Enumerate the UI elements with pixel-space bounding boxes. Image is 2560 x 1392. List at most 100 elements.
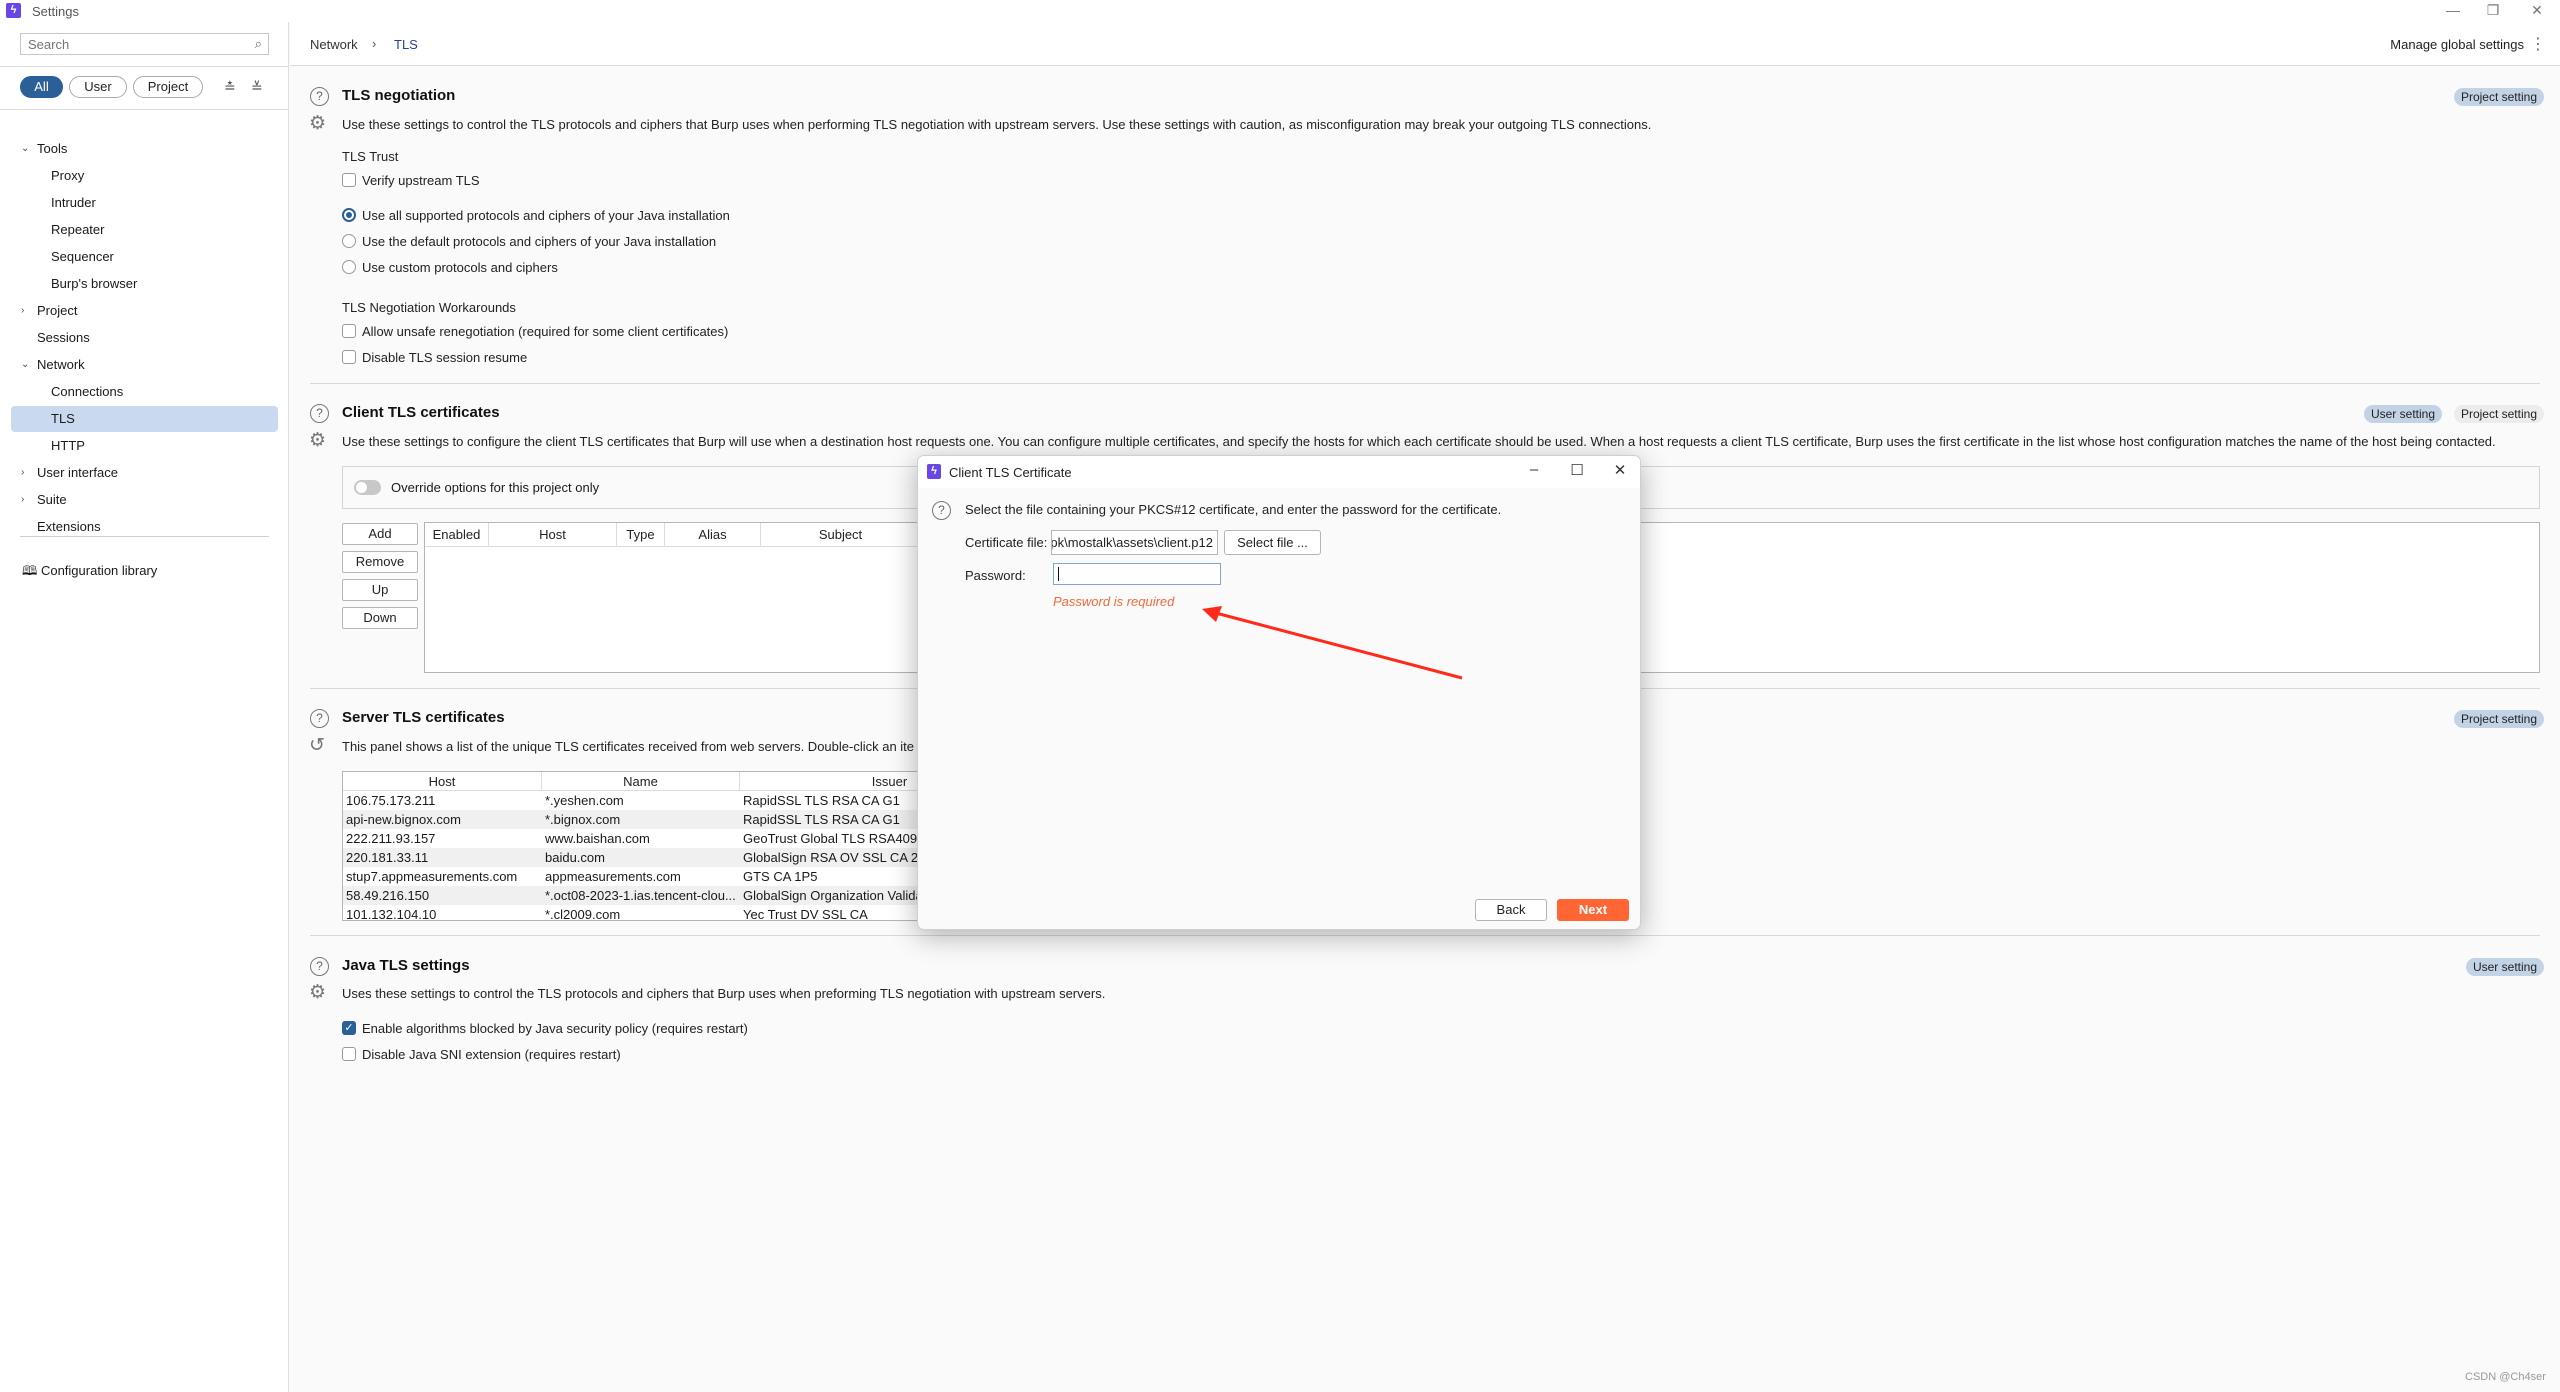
verify-upstream-checkbox[interactable]: Verify upstream TLS xyxy=(342,171,480,189)
sidebar-item-intruder[interactable]: Intruder xyxy=(11,190,278,216)
dialog-minimize-button[interactable]: – xyxy=(1519,461,1549,478)
radio-default-protocols[interactable]: Use the default protocols and ciphers of… xyxy=(342,232,716,250)
sidebar-item-http[interactable]: HTTP xyxy=(11,433,278,459)
cell-host: 58.49.216.150 xyxy=(346,888,430,903)
search-icon[interactable]: ⌕ xyxy=(255,36,262,52)
table-row[interactable]: api-new.bignox.com *.bignox.com RapidSSL T… xyxy=(343,810,921,829)
text-caret xyxy=(1058,567,1059,581)
sidebar-item-sessions[interactable]: Sessions xyxy=(11,325,278,351)
back-button[interactable]: Back xyxy=(1475,899,1547,921)
more-options-icon[interactable]: ⋮ xyxy=(2530,34,2546,54)
server-cert-table[interactable]: Host Name Issuer 106.75.173.211 *.yeshen.… xyxy=(342,771,922,921)
column-header-host[interactable]: Host xyxy=(489,523,617,547)
sidebar-item-tools[interactable]: ⌄ Tools xyxy=(11,136,278,162)
help-icon[interactable]: ? xyxy=(310,87,329,106)
sidebar-item-burps-browser[interactable]: Burp's browser xyxy=(11,271,278,297)
radio-button[interactable] xyxy=(342,234,356,248)
radio-button[interactable] xyxy=(342,208,356,222)
cell-name: baidu.com xyxy=(545,850,605,865)
refresh-icon[interactable]: ↺ xyxy=(309,736,325,755)
column-header-subject[interactable]: Subject xyxy=(761,523,921,547)
dialog-close-button[interactable]: ✕ xyxy=(1605,461,1635,479)
up-button[interactable]: Up xyxy=(342,579,418,601)
sidebar-item-suite[interactable]: › Suite xyxy=(11,487,278,513)
help-icon[interactable]: ? xyxy=(932,501,951,520)
configuration-library-link[interactable]: 🕮 Configuration library xyxy=(22,562,157,584)
dialog-titlebar[interactable]: ϟ Client TLS Certificate – ☐ ✕ xyxy=(918,456,1640,488)
enable-blocked-algorithms-checkbox[interactable]: ✓ Enable algorithms blocked by Java secur… xyxy=(342,1019,748,1037)
filter-project[interactable]: Project xyxy=(133,76,203,98)
section-description: Use these settings to control the TLS pr… xyxy=(342,117,1652,132)
window-titlebar: ϟ Settings — ❐ ✕ xyxy=(0,0,2560,22)
column-header-type[interactable]: Type xyxy=(617,523,665,547)
checkbox-box[interactable] xyxy=(342,324,356,338)
table-row[interactable]: stup7.appmeasurements.com appmeasurements… xyxy=(343,867,921,886)
radio-all-protocols[interactable]: Use all supported protocols and ciphers … xyxy=(342,206,730,224)
filter-user[interactable]: User xyxy=(69,76,127,98)
sidebar-item-label: Intruder xyxy=(51,195,96,210)
certificate-file-field[interactable]: 等\演示apk\mostalk\assets\client.p12 xyxy=(1051,530,1218,555)
collapse-all-icon[interactable]: ≚ xyxy=(251,79,263,96)
remove-button[interactable]: Remove xyxy=(342,551,418,573)
column-header-name[interactable]: Name xyxy=(542,772,740,791)
column-header-host[interactable]: Host xyxy=(343,772,542,791)
manage-global-settings-link[interactable]: Manage global settings xyxy=(2390,37,2524,52)
password-field[interactable] xyxy=(1053,563,1221,585)
radio-label: Use custom protocols and ciphers xyxy=(362,259,558,275)
select-file-button[interactable]: Select file ... xyxy=(1224,530,1321,555)
project-setting-badge[interactable]: Project setting xyxy=(2453,405,2544,423)
radio-button[interactable] xyxy=(342,260,356,274)
filter-all[interactable]: All xyxy=(20,76,63,98)
sidebar-item-project[interactable]: › Project xyxy=(11,298,278,324)
help-icon[interactable]: ? xyxy=(310,957,329,976)
gear-icon[interactable]: ⚙ xyxy=(309,983,326,1002)
column-header-issuer[interactable]: Issuer xyxy=(740,772,921,791)
minimize-button[interactable]: — xyxy=(2438,2,2468,18)
cell-name: *.cl2009.com xyxy=(545,907,621,921)
help-icon[interactable]: ? xyxy=(310,709,329,728)
column-header-alias[interactable]: Alias xyxy=(665,523,761,547)
disable-session-resume-checkbox[interactable]: Disable TLS session resume xyxy=(342,348,527,366)
search-box[interactable]: ⌕ xyxy=(20,33,269,55)
gear-icon[interactable]: ⚙ xyxy=(309,431,326,450)
cell-issuer: GTS CA 1P5 xyxy=(743,869,818,884)
disable-sni-checkbox[interactable]: Disable Java SNI extension (requires res… xyxy=(342,1045,621,1063)
expand-all-icon[interactable]: ≛ xyxy=(224,79,236,96)
checkbox-box[interactable] xyxy=(342,1047,356,1061)
checkbox-box-checked[interactable]: ✓ xyxy=(342,1021,356,1035)
sidebar-item-connections[interactable]: Connections xyxy=(11,379,278,405)
sidebar-item-user-interface[interactable]: › User interface xyxy=(11,460,278,486)
sidebar-item-proxy[interactable]: Proxy xyxy=(11,163,278,189)
restore-button[interactable]: ❐ xyxy=(2478,2,2508,19)
sidebar-item-repeater[interactable]: Repeater xyxy=(11,217,278,243)
allow-unsafe-renegotiation-checkbox[interactable]: Allow unsafe renegotiation (required for… xyxy=(342,322,728,340)
table-row[interactable]: 101.132.104.10 *.cl2009.com Yec Trust DV S… xyxy=(343,905,921,921)
breadcrumb-network[interactable]: Network xyxy=(310,37,358,52)
sidebar-item-tls[interactable]: TLS xyxy=(11,406,278,432)
help-icon[interactable]: ? xyxy=(310,404,329,423)
gear-icon[interactable]: ⚙ xyxy=(309,114,326,133)
table-row[interactable]: 222.211.93.157 www.baishan.com GeoTrust Gl… xyxy=(343,829,921,848)
workarounds-label: TLS Negotiation Workarounds xyxy=(342,300,516,315)
user-setting-badge[interactable]: User setting xyxy=(2363,405,2442,423)
checkbox-box[interactable] xyxy=(342,173,356,187)
sidebar-item-network[interactable]: ⌄ Network xyxy=(11,352,278,378)
down-button[interactable]: Down xyxy=(342,607,418,629)
radio-custom-protocols[interactable]: Use custom protocols and ciphers xyxy=(342,258,558,276)
cell-name: www.baishan.com xyxy=(545,831,650,846)
column-header-enabled[interactable]: Enabled xyxy=(425,523,489,547)
dialog-maximize-button[interactable]: ☐ xyxy=(1562,461,1592,479)
override-toggle[interactable] xyxy=(354,480,381,495)
next-button[interactable]: Next xyxy=(1557,899,1629,921)
table-row[interactable]: 220.181.33.11 baidu.com GlobalSign RSA OV … xyxy=(343,848,921,867)
checkbox-label: Verify upstream TLS xyxy=(362,172,480,188)
checkbox-box[interactable] xyxy=(342,350,356,364)
sidebar-item-sequencer[interactable]: Sequencer xyxy=(11,244,278,270)
sidebar-item-label: Burp's browser xyxy=(51,276,138,291)
sidebar-item-label: Proxy xyxy=(51,168,85,183)
add-button[interactable]: Add xyxy=(342,523,418,545)
close-button[interactable]: ✕ xyxy=(2522,2,2552,19)
table-row[interactable]: 106.75.173.211 *.yeshen.com RapidSSL TLS R… xyxy=(343,791,921,810)
search-input[interactable] xyxy=(21,34,236,54)
table-row[interactable]: 58.49.216.150 *.oct08-2023-1.ias.tencent-… xyxy=(343,886,921,905)
